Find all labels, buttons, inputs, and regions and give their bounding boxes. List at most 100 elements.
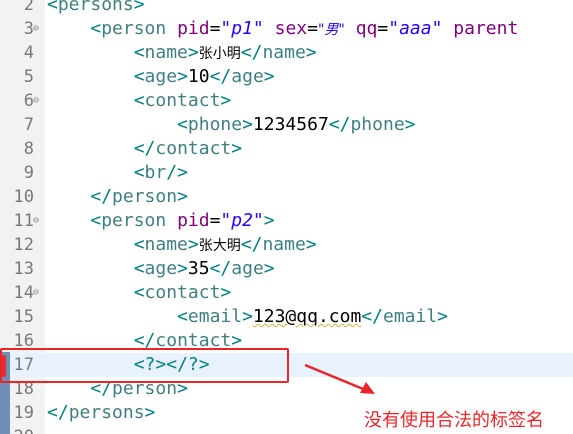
- code-text: <person pid="p1" sex="男" qq="aaa" parent: [47, 17, 518, 42]
- code-text: <contact>: [47, 281, 232, 305]
- code-token: email: [382, 306, 438, 327]
- line-number: 3: [23, 19, 34, 39]
- error-highlight-box: [0, 348, 289, 383]
- code-token: pid: [177, 210, 210, 231]
- code-token: <: [133, 234, 145, 255]
- xml-editor[interactable]: 2 <persons> 3 ⊖ <person pid="p1" sex="男" qq…: [0, 0, 573, 434]
- code-token: </: [361, 306, 383, 327]
- code-text: <email>123@qq.com</email>: [47, 305, 448, 329]
- code-token: <: [133, 258, 145, 279]
- line-number: 5: [23, 67, 34, 87]
- code-text: <persons>: [47, 0, 145, 17]
- code-token: age: [231, 258, 264, 279]
- code-token: =: [377, 18, 389, 39]
- code-token: >: [305, 42, 317, 63]
- code-token: <: [90, 18, 102, 39]
- code-token: name: [144, 234, 188, 255]
- code-text: <br/>: [47, 161, 188, 185]
- code-token: =: [209, 18, 221, 39]
- code-token: </: [209, 66, 232, 87]
- code-token: pid: [177, 18, 210, 39]
- code-text: </person>: [47, 185, 188, 209]
- code-line[interactable]: 11 ⊖ <person pid="p2">: [0, 209, 573, 233]
- line-number: 6: [23, 91, 34, 111]
- code-line[interactable]: 5 <age>10</age>: [0, 65, 573, 89]
- code-token: phone: [187, 114, 243, 135]
- code-token: br: [144, 162, 167, 183]
- code-token: name: [144, 42, 188, 63]
- line-number: 4: [23, 43, 34, 63]
- code-token: >: [305, 234, 317, 255]
- code-token: person: [101, 18, 178, 39]
- code-token: >: [220, 90, 232, 111]
- code-line[interactable]: 12 <name>张大明</name>: [0, 233, 573, 257]
- code-line[interactable]: 9 <br/>: [0, 161, 573, 185]
- code-token: qq: [355, 18, 378, 39]
- code-text: </contact>: [47, 137, 242, 161]
- code-token: age: [144, 258, 178, 279]
- fold-toggle-icon[interactable]: ⊖: [33, 89, 39, 113]
- line-number: 15: [13, 307, 34, 327]
- code-text: <name>张小明</name>: [47, 41, 317, 66]
- code-token: >: [263, 210, 275, 231]
- code-line[interactable]: 7 <phone>1234567</phone>: [0, 113, 573, 137]
- code-token: <: [133, 90, 145, 111]
- code-text: <name>张大明</name>: [47, 233, 317, 258]
- code-token: >: [177, 186, 188, 207]
- code-token: 张大明: [198, 238, 241, 254]
- line-number: 9: [23, 163, 34, 183]
- code-token: >: [187, 234, 199, 255]
- code-line[interactable]: 4 <name>张小明</name>: [0, 41, 573, 65]
- code-text: <contact>: [47, 89, 232, 113]
- code-token: </: [240, 234, 263, 255]
- code-token: <: [177, 306, 188, 327]
- line-number: 14: [13, 283, 34, 303]
- code-text: <age>10</age>: [47, 65, 275, 89]
- code-line[interactable]: 2 <persons>: [0, 0, 573, 17]
- code-line[interactable]: 8 </contact>: [0, 137, 573, 161]
- code-token: 123@qq.com: [252, 306, 362, 327]
- code-token: >: [263, 258, 275, 279]
- code-token: name: [262, 42, 306, 63]
- code-token: >: [177, 66, 188, 87]
- fold-toggle-icon[interactable]: ⊖: [33, 281, 39, 305]
- code-token: <: [133, 282, 145, 303]
- code-line[interactable]: 13 <age>35</age>: [0, 257, 573, 281]
- line-number: 11: [13, 211, 34, 231]
- code-token: persons: [68, 402, 145, 423]
- code-token: >: [144, 402, 156, 423]
- code-text: <age>35</age>: [47, 257, 275, 281]
- code-token: "p1": [220, 18, 264, 39]
- code-token: 1234567: [252, 114, 329, 135]
- code-token: age: [231, 66, 264, 87]
- code-line[interactable]: 14 ⊖ <contact>: [0, 281, 573, 305]
- code-line[interactable]: 3 ⊖ <person pid="p1" sex="男" qq="aaa" par…: [0, 17, 573, 41]
- code-token: person: [112, 186, 178, 207]
- line-number: 8: [23, 139, 34, 159]
- code-line[interactable]: 10 </person>: [0, 185, 573, 209]
- line-number: 7: [23, 115, 34, 135]
- code-token: >: [177, 258, 188, 279]
- code-token: 35: [187, 258, 210, 279]
- code-token: 10: [187, 66, 210, 87]
- code-token: >: [231, 138, 243, 159]
- code-token: sex: [274, 18, 308, 39]
- code-line[interactable]: 15 <email>123@qq.com</email>: [0, 305, 573, 329]
- code-token: "男": [317, 22, 345, 38]
- line-number: 13: [13, 259, 34, 279]
- code-token: name: [262, 234, 306, 255]
- fold-toggle-icon[interactable]: ⊖: [33, 209, 39, 233]
- code-token: contact: [144, 282, 221, 303]
- fold-toggle-icon[interactable]: ⊖: [33, 17, 39, 41]
- code-token: <: [133, 42, 145, 63]
- code-line[interactable]: 6 ⊖ <contact>: [0, 89, 573, 113]
- code-token: =: [209, 210, 221, 231]
